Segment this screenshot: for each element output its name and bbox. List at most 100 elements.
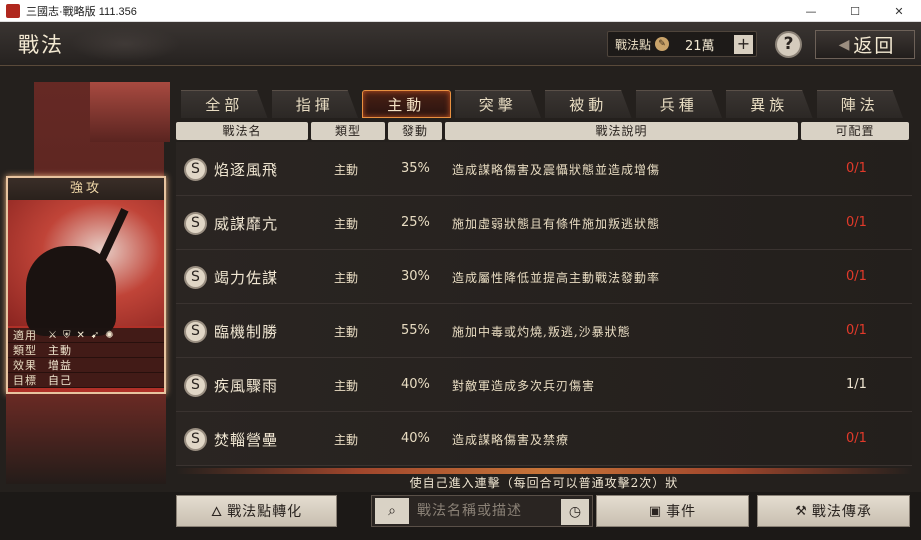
tactic-row[interactable]: S 臨機制勝 主動 55% 施加中毒或灼燒,叛逃,沙暴狀態 0/1 bbox=[176, 304, 912, 358]
tactic-row[interactable]: S 威謀靡亢 主動 25% 施加虛弱狀態且有條件施加叛逃狀態 0/1 bbox=[176, 196, 912, 250]
event-scroll-icon: ▣ bbox=[648, 503, 663, 519]
events-label: 事件 bbox=[666, 504, 697, 520]
tab-troop[interactable]: 兵種 bbox=[635, 90, 722, 118]
cavalry-icon: ⚔ bbox=[48, 329, 57, 341]
header-ornament bbox=[70, 26, 180, 62]
tactic-slots: 0/1 bbox=[846, 215, 867, 230]
column-type[interactable]: 類型 bbox=[311, 122, 385, 140]
page-title: 戰法 bbox=[18, 33, 64, 57]
tactic-list: S 焰逐風飛 主動 35% 造成謀略傷害及震懾狀態並造成增傷 0/1 S 威謀靡… bbox=[176, 142, 912, 468]
window-titlebar: 三國志·戰略版 111.356 — ☐ ✕ bbox=[0, 0, 921, 22]
tactic-rate: 55% bbox=[401, 323, 430, 338]
card-info: 適用 ⚔ ⛨ ✕ ➹ ✺ 類型 主動 效果 增益 目標 自己 bbox=[8, 328, 164, 388]
card-type-value: 主動 bbox=[48, 344, 72, 357]
search-box: ⌕ ◷ bbox=[371, 495, 593, 527]
card-apply-row: 適用 ⚔ ⛨ ✕ ➹ ✺ bbox=[8, 328, 164, 343]
shield-icon: ⛨ bbox=[62, 329, 71, 341]
tactic-name: 威謀靡亢 bbox=[214, 215, 279, 233]
tactic-row[interactable]: S 竭力佐謀 主動 30% 造成屬性降低並提高主動戰法發動率 0/1 bbox=[176, 250, 912, 304]
tactic-rate: 30% bbox=[401, 269, 430, 284]
events-button[interactable]: ▣ 事件 bbox=[596, 495, 749, 527]
tab-command[interactable]: 指揮 bbox=[271, 90, 358, 118]
flame-icon: 🜂 bbox=[210, 505, 224, 520]
tactic-points-label: 戰法點 bbox=[615, 37, 652, 52]
column-description: 戰法說明 bbox=[445, 122, 798, 140]
selected-tactic-card: 強攻 適用 ⚔ ⛨ ✕ ➹ ✺ 類型 主動 效果 增益 目標 自己 bbox=[6, 176, 166, 394]
tactic-name: 焚輜營壘 bbox=[214, 431, 279, 449]
tactic-type: 主動 bbox=[334, 217, 359, 231]
tactic-row[interactable]: S 疾風驟雨 主動 40% 對敵軍造成多次兵刃傷害 1/1 bbox=[176, 358, 912, 412]
tab-formation[interactable]: 陣法 bbox=[816, 90, 903, 118]
column-name[interactable]: 戰法名 bbox=[176, 122, 308, 140]
help-button[interactable]: ? bbox=[775, 31, 802, 58]
column-rate[interactable]: 發動 bbox=[388, 122, 442, 140]
back-button[interactable]: ◀ 返回 bbox=[815, 30, 915, 59]
tactic-description: 造成謀略傷害及禁療 bbox=[452, 433, 570, 447]
tactic-name: 臨機制勝 bbox=[214, 323, 279, 341]
convert-points-button[interactable]: 🜂 戰法點轉化 bbox=[176, 495, 337, 527]
tactic-points-display: 戰法點 ✎ 21萬 + bbox=[607, 31, 757, 57]
tactic-name: 疾風驟雨 bbox=[214, 377, 279, 395]
tab-assault[interactable]: 突擊 bbox=[454, 90, 541, 118]
inherit-tactic-button[interactable]: ⚒ 戰法傳承 bbox=[757, 495, 910, 527]
hammer-icon: ⚒ bbox=[795, 503, 808, 519]
app-icon bbox=[6, 3, 20, 18]
search-input[interactable] bbox=[417, 503, 557, 519]
tactic-type: 主動 bbox=[334, 379, 359, 393]
card-effect-row: 效果 增益 bbox=[8, 358, 164, 373]
back-ornament-icon: ◀ bbox=[838, 36, 850, 53]
tactic-name: 焰逐風飛 bbox=[214, 161, 279, 179]
search-icon[interactable]: ⌕ bbox=[375, 498, 409, 524]
tactic-rate: 40% bbox=[401, 377, 430, 392]
tactic-name: 竭力佐謀 bbox=[214, 269, 279, 287]
tactic-rate: 25% bbox=[401, 215, 430, 230]
grade-badge: S bbox=[184, 158, 207, 181]
tactic-tip-text: 使自己進入連擊（每回合可以普通攻擊2次）狀 bbox=[409, 476, 679, 490]
tactic-row[interactable]: S 焚輜營壘 主動 40% 造成謀略傷害及禁療 0/1 bbox=[176, 412, 912, 466]
tab-active[interactable]: 主動 bbox=[362, 90, 451, 118]
inherit-tactic-label: 戰法傳承 bbox=[811, 504, 872, 520]
add-points-button[interactable]: + bbox=[734, 35, 753, 54]
tab-passive[interactable]: 被動 bbox=[545, 90, 632, 118]
card-type-row: 類型 主動 bbox=[8, 343, 164, 358]
tactic-type: 主動 bbox=[334, 325, 359, 339]
minimize-button[interactable]: — bbox=[789, 0, 833, 22]
column-slots[interactable]: 可配置 bbox=[801, 122, 909, 140]
table-header: 戰法名 類型 發動 戰法說明 可配置 bbox=[176, 122, 912, 140]
grade-badge: S bbox=[184, 320, 207, 343]
tab-all[interactable]: 全部 bbox=[181, 90, 268, 118]
tactic-description: 造成屬性降低並提高主動戰法發動率 bbox=[452, 271, 661, 285]
tactic-description: 施加中毒或灼燒,叛逃,沙暴狀態 bbox=[452, 325, 631, 339]
card-effect-value: 增益 bbox=[48, 359, 72, 372]
tactic-type: 主動 bbox=[334, 163, 359, 177]
card-illustration bbox=[8, 200, 164, 336]
window-title: 三國志·戰略版 111.356 bbox=[26, 5, 137, 18]
maximize-button[interactable]: ☐ bbox=[833, 0, 877, 22]
tactic-description: 施加虛弱狀態且有條件施加叛逃狀態 bbox=[452, 217, 661, 231]
troop-type-icons: ⚔ ⛨ ✕ ➹ ✺ bbox=[48, 330, 114, 341]
card-title: 強攻 bbox=[8, 178, 164, 200]
card-apply-label: 適用 bbox=[13, 329, 37, 342]
tactic-description: 對敵軍造成多次兵刃傷害 bbox=[452, 379, 596, 393]
category-tabs: 全部 指揮 主動 突擊 被動 兵種 異族 陣法 bbox=[181, 90, 907, 118]
card-background-art bbox=[6, 394, 166, 484]
tab-foreign[interactable]: 異族 bbox=[726, 90, 813, 118]
tactic-points-icon: ✎ bbox=[655, 37, 670, 51]
game-screen: 戰法 戰法點 ✎ 21萬 + ? ◀ 返回 強攻 適用 ⚔ ⛨ ✕ ➹ ✺ 類型… bbox=[0, 22, 921, 540]
grade-badge: S bbox=[184, 266, 207, 289]
window-controls: — ☐ ✕ bbox=[789, 0, 921, 22]
tactic-slots: 0/1 bbox=[846, 161, 867, 176]
grade-badge: S bbox=[184, 212, 207, 235]
tactic-row[interactable]: S 焰逐風飛 主動 35% 造成謀略傷害及震懾狀態並造成增傷 0/1 bbox=[176, 142, 912, 196]
card-target-value: 自己 bbox=[48, 374, 72, 387]
tactic-slots: 1/1 bbox=[846, 377, 867, 392]
history-clock-icon[interactable]: ◷ bbox=[561, 499, 589, 525]
card-type-label: 類型 bbox=[13, 344, 37, 357]
bow-icon: ✕ bbox=[76, 329, 85, 341]
header-bar: 戰法 戰法點 ✎ 21萬 + ? ◀ 返回 bbox=[0, 22, 921, 66]
tactic-type: 主動 bbox=[334, 433, 359, 447]
tactic-type: 主動 bbox=[334, 271, 359, 285]
background-art-top bbox=[90, 82, 170, 142]
card-target-row: 目標 自己 bbox=[8, 373, 164, 388]
close-button[interactable]: ✕ bbox=[877, 0, 921, 22]
